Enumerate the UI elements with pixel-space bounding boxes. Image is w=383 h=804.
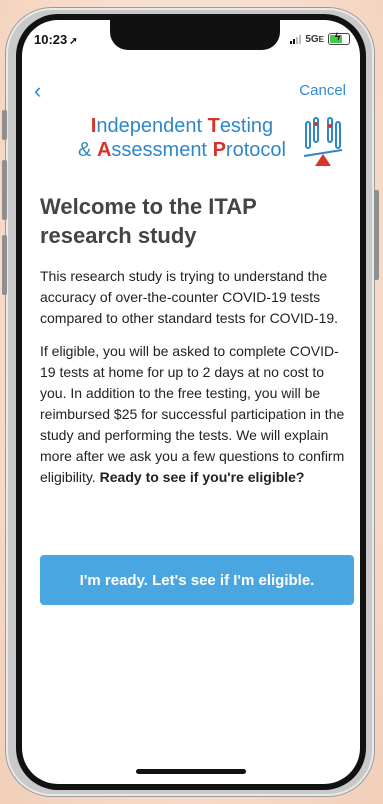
signal-icon	[290, 34, 302, 44]
time-text: 10:23	[34, 32, 68, 47]
itap-logo: Independent Testing & Assessment Protoco…	[62, 114, 344, 172]
mute-switch	[2, 110, 7, 140]
check-eligibility-button[interactable]: I'm ready. Let's see if I'm eligible.	[40, 555, 354, 605]
details-paragraph: If eligible, you will be asked to comple…	[40, 341, 346, 488]
details-text: If eligible, you will be asked to comple…	[40, 343, 345, 485]
nav-bar: ‹ Cancel	[22, 78, 360, 104]
eligibility-question: Ready to see if you're eligible?	[99, 469, 305, 485]
power-button	[374, 190, 379, 280]
status-bar: 10:23 ➚ 5GE ϟ	[22, 32, 360, 52]
cancel-button[interactable]: Cancel	[299, 82, 346, 99]
intro-paragraph: This research study is trying to underst…	[40, 268, 339, 326]
logo-text: Independent Testing & Assessment Protoco…	[62, 114, 302, 162]
network-label: 5GE	[305, 33, 324, 45]
battery-icon: ϟ	[328, 32, 350, 45]
status-right: 5GE ϟ	[290, 32, 350, 45]
welcome-content: Welcome to the ITAP research study This …	[40, 192, 346, 500]
status-time: 10:23 ➚	[34, 32, 78, 47]
volume-down-button	[2, 235, 7, 295]
page-title: Welcome to the ITAP research study	[40, 194, 257, 248]
screen: 10:23 ➚ 5GE ϟ ‹ Cancel Independent Testin…	[22, 20, 360, 784]
chevron-left-icon[interactable]: ‹	[34, 78, 41, 104]
volume-up-button	[2, 160, 7, 220]
home-indicator[interactable]	[136, 769, 246, 774]
logo-line-2: & Assessment Protocol	[78, 139, 286, 161]
location-arrow-icon: ➚	[69, 36, 78, 47]
test-tube-scale-icon	[303, 117, 343, 166]
logo-line-1: Independent Testing	[90, 115, 274, 137]
